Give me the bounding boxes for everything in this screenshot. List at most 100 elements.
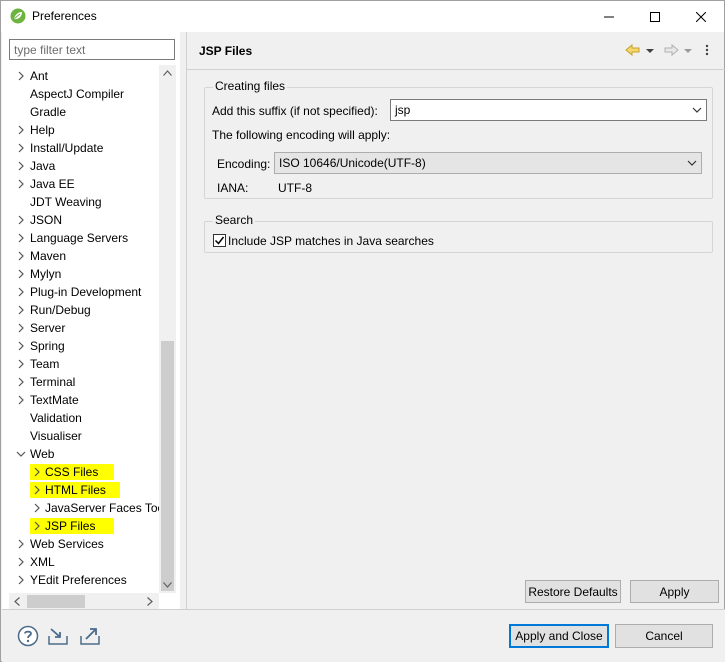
- chevron-right-icon[interactable]: [16, 251, 26, 261]
- tree-item[interactable]: XML: [2, 553, 159, 571]
- scroll-up-icon[interactable]: [163, 70, 172, 76]
- chevron-right-icon[interactable]: [16, 215, 26, 225]
- tree-item-label: HTML Files: [45, 483, 106, 497]
- tree-item[interactable]: Team: [2, 355, 159, 373]
- chevron-right-icon[interactable]: [16, 143, 26, 153]
- tree-item[interactable]: Web: [2, 445, 159, 463]
- tree-horizontal-scrollbar[interactable]: [9, 593, 159, 610]
- tree-item[interactable]: Java EE: [2, 175, 159, 193]
- chevron-right-icon[interactable]: [16, 323, 26, 333]
- tree-item[interactable]: JSON: [2, 211, 159, 229]
- chevron-right-icon[interactable]: [16, 341, 26, 351]
- spring-leaf-icon: [10, 8, 26, 24]
- chevron-right-icon[interactable]: [32, 467, 42, 477]
- tree-item[interactable]: Language Servers: [2, 229, 159, 247]
- forward-arrow-icon[interactable]: [663, 42, 679, 58]
- tree-item-label: JSP Files: [45, 519, 96, 533]
- tree-item[interactable]: JDT Weaving: [2, 193, 159, 211]
- chevron-right-icon[interactable]: [32, 503, 42, 513]
- chevron-right-icon[interactable]: [32, 485, 42, 495]
- tree-item[interactable]: Visualiser: [2, 427, 159, 445]
- chevron-right-icon[interactable]: [16, 161, 26, 171]
- chevron-right-icon[interactable]: [16, 575, 26, 585]
- back-arrow-icon[interactable]: [625, 42, 641, 58]
- tree-item-label: YEdit Preferences: [30, 573, 127, 587]
- iana-value: UTF-8: [278, 181, 312, 195]
- tree-item[interactable]: HTML Files: [2, 481, 159, 499]
- chevron-right-icon[interactable]: [16, 269, 26, 279]
- cancel-button[interactable]: Cancel: [615, 624, 713, 648]
- tree-item-label: AspectJ Compiler: [30, 87, 125, 101]
- apply-label: Apply: [659, 584, 690, 599]
- chevron-right-icon[interactable]: [16, 233, 26, 243]
- pane-splitter[interactable]: [180, 32, 185, 609]
- tree-item[interactable]: Run/Debug: [2, 301, 159, 319]
- chevron-right-icon[interactable]: [16, 125, 26, 135]
- tree-item[interactable]: Terminal: [2, 373, 159, 391]
- tree-item-label: Run/Debug: [30, 303, 91, 317]
- tree-item[interactable]: Server: [2, 319, 159, 337]
- tree-vertical-scroll-thumb[interactable]: [161, 341, 174, 591]
- tree-item[interactable]: Plug-in Development: [2, 283, 159, 301]
- title-bar: Preferences: [1, 1, 724, 32]
- maximize-button[interactable]: [632, 1, 678, 32]
- tree-item[interactable]: JavaServer Faces Too: [2, 499, 159, 517]
- tree-item[interactable]: TextMate: [2, 391, 159, 409]
- preference-page: JSP Files Creating files Add this suffix…: [186, 32, 725, 609]
- tree-horizontal-scroll-thumb[interactable]: [27, 595, 85, 608]
- page-title: JSP Files: [199, 44, 253, 58]
- tree-item-label: JSON: [30, 213, 63, 227]
- tree-item[interactable]: Mylyn: [2, 265, 159, 283]
- tree-item[interactable]: Install/Update: [2, 139, 159, 157]
- tree-item[interactable]: Help: [2, 121, 159, 139]
- encoding-combo[interactable]: ISO 10646/Unicode(UTF-8): [274, 152, 702, 174]
- tree-item[interactable]: Web Services: [2, 535, 159, 553]
- chevron-right-icon[interactable]: [32, 521, 42, 531]
- tree-item[interactable]: Ant: [2, 67, 159, 85]
- apply-and-close-button[interactable]: Apply and Close: [509, 624, 609, 648]
- minimize-button[interactable]: [586, 1, 632, 32]
- filter-input[interactable]: [9, 39, 175, 60]
- chevron-right-icon[interactable]: [16, 539, 26, 549]
- tree-item[interactable]: YEdit Preferences: [2, 571, 159, 589]
- help-icon[interactable]: [16, 624, 40, 648]
- chevron-right-icon[interactable]: [16, 557, 26, 567]
- tree-item-label: Language Servers: [30, 231, 129, 245]
- maximize-icon: [650, 11, 660, 22]
- preference-tree-pane: Ant AspectJ Compiler Gradle Help Install/Upd…: [2, 32, 180, 610]
- import-icon[interactable]: [46, 624, 70, 648]
- chevron-right-icon[interactable]: [16, 179, 26, 189]
- close-button[interactable]: [678, 1, 724, 32]
- export-icon[interactable]: [78, 624, 102, 648]
- restore-defaults-label: Restore Defaults: [528, 584, 618, 599]
- restore-defaults-button[interactable]: Restore Defaults: [525, 580, 621, 603]
- tree-vertical-scrollbar[interactable]: [159, 65, 176, 593]
- tree-item[interactable]: Maven: [2, 247, 159, 265]
- apply-button[interactable]: Apply: [630, 580, 719, 603]
- chevron-right-icon[interactable]: [16, 377, 26, 387]
- tree-item-label: Server: [30, 321, 66, 335]
- more-menu-icon[interactable]: [701, 42, 713, 58]
- chevron-down-icon[interactable]: [16, 449, 26, 459]
- tree-item[interactable]: Java: [2, 157, 159, 175]
- scroll-right-icon[interactable]: [147, 597, 153, 606]
- scroll-down-icon[interactable]: [163, 582, 172, 588]
- chevron-right-icon[interactable]: [16, 287, 26, 297]
- suffix-combo[interactable]: jsp: [390, 99, 707, 121]
- tree-item[interactable]: AspectJ Compiler: [2, 85, 159, 103]
- include-jsp-checkbox[interactable]: [213, 234, 226, 247]
- chevron-right-icon[interactable]: [16, 359, 26, 369]
- back-menu-chevron-down-icon[interactable]: [645, 42, 655, 58]
- tree-item[interactable]: JSP Files: [2, 517, 159, 535]
- tree-item[interactable]: CSS Files: [2, 463, 159, 481]
- tree-item[interactable]: Spring: [2, 337, 159, 355]
- forward-menu-chevron-down-icon[interactable]: [683, 42, 693, 58]
- include-jsp-label[interactable]: Include JSP matches in Java searches: [228, 234, 434, 248]
- chevron-right-icon[interactable]: [16, 71, 26, 81]
- encoding-note: The following encoding will apply:: [212, 128, 391, 142]
- tree-item[interactable]: Gradle: [2, 103, 159, 121]
- chevron-right-icon[interactable]: [16, 395, 26, 405]
- chevron-right-icon[interactable]: [16, 305, 26, 315]
- tree-item[interactable]: Validation: [2, 409, 159, 427]
- scroll-left-icon[interactable]: [14, 597, 20, 606]
